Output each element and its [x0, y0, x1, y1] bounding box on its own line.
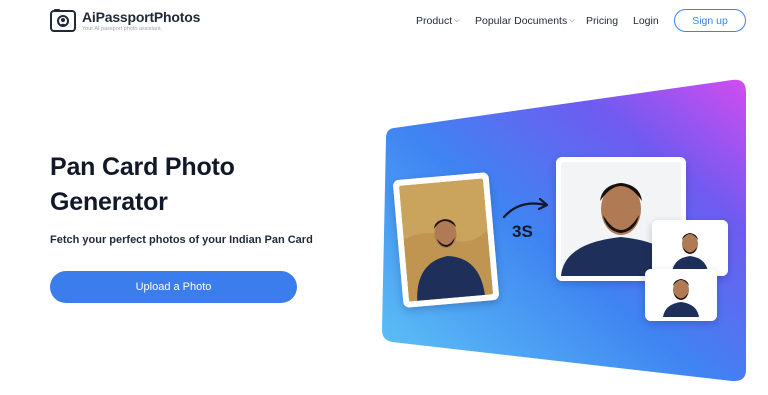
nav-login-link[interactable]: Login	[633, 14, 659, 28]
result-photo-small-card-1	[652, 220, 728, 276]
brand-logo[interactable]: AiPassportPhotos Your AI passport photo …	[50, 9, 200, 33]
nav-popular-documents-menu[interactable]: Popular Documents ⌵	[475, 14, 575, 28]
original-photo-card	[392, 172, 500, 308]
signup-button[interactable]: Sign up	[674, 9, 746, 32]
chevron-down-icon: ⌵	[454, 17, 460, 24]
chevron-down-icon: ⌵	[569, 17, 575, 24]
result-photo-small-card-2	[645, 269, 717, 321]
nav-product-menu[interactable]: Product ⌵	[416, 14, 460, 28]
nav-popular-documents-label: Popular Documents	[475, 15, 568, 27]
upload-photo-button[interactable]: Upload a Photo	[50, 271, 297, 303]
timer-label: 3S	[512, 222, 533, 241]
nav-product-label: Product	[416, 15, 453, 27]
page-title: Pan Card Photo Generator	[50, 153, 235, 216]
brand-tagline: Your AI passport photo assistant.	[82, 26, 163, 32]
arrow-right-icon	[502, 197, 549, 219]
site-header: AiPassportPhotos Your AI passport photo …	[0, 0, 768, 42]
brand-name: AiPassportPhotos	[82, 9, 201, 25]
nav-pricing-link[interactable]: Pricing	[586, 14, 618, 28]
camera-logo-icon	[50, 9, 76, 32]
hero-subtitle: Fetch your perfect photos of your Indian…	[50, 234, 313, 246]
